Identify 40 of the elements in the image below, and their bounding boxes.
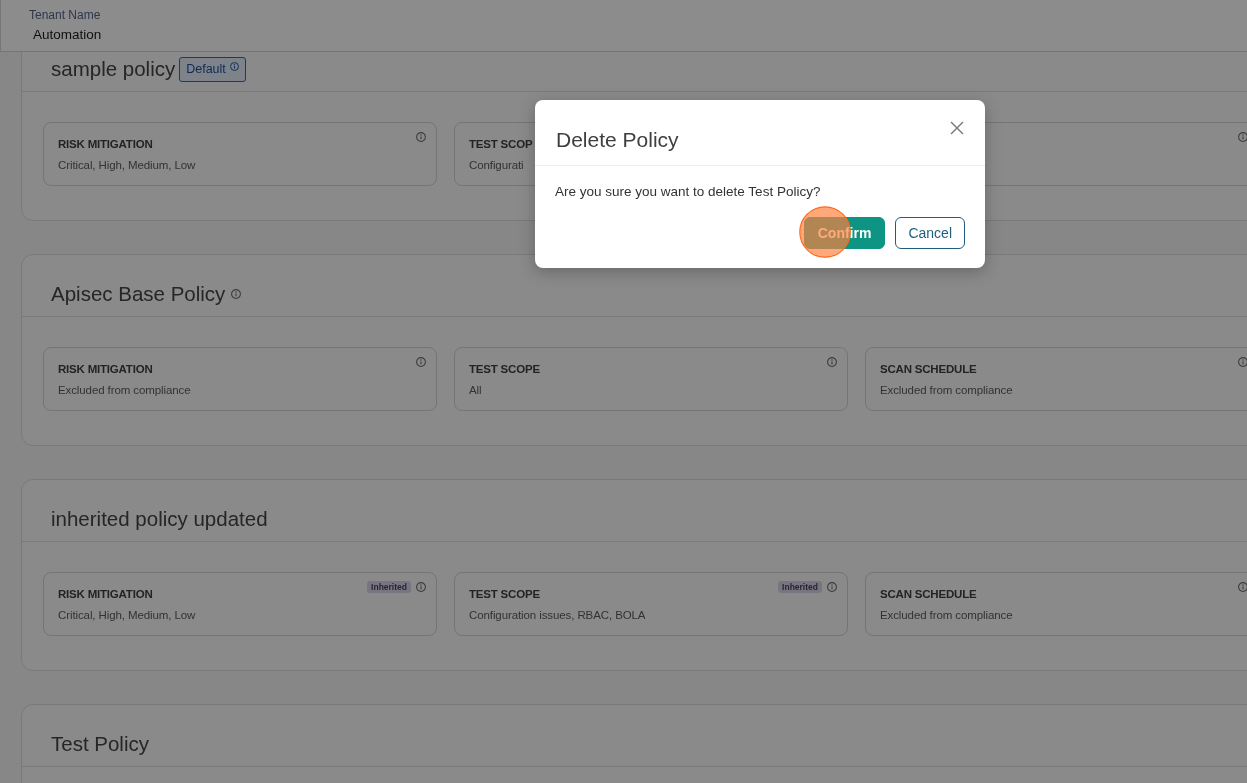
setting-value: Excluded from compliance bbox=[58, 383, 191, 397]
info-icon[interactable] bbox=[231, 289, 242, 299]
policy-title: sample policy bbox=[51, 56, 176, 82]
info-icon[interactable] bbox=[229, 62, 239, 71]
tenant-name-value: Automation bbox=[33, 27, 102, 43]
dialog-message: Are you sure you want to delete Test Policy? bbox=[555, 184, 821, 200]
tag-label: Default bbox=[186, 61, 226, 77]
setting-value: Excluded from compliance bbox=[880, 608, 1013, 622]
close-button[interactable] bbox=[950, 121, 964, 135]
setting-label: RISK MITIGATION bbox=[58, 137, 153, 151]
inherited-tag: Inherited bbox=[367, 581, 411, 593]
info-icon[interactable] bbox=[827, 357, 837, 367]
info-icon[interactable] bbox=[1238, 582, 1247, 592]
setting-label: SCAN SCHEDULE bbox=[880, 587, 977, 601]
setting-label: SCAN SCHEDULE bbox=[880, 362, 977, 376]
setting-value: Critical, High, Medium, Low bbox=[58, 608, 196, 622]
tenant-name-label: Tenant Name bbox=[29, 8, 101, 23]
setting-value: Configuration issues, RBAC, BOLA bbox=[469, 608, 646, 622]
setting-value: Configurati bbox=[469, 158, 524, 172]
info-icon[interactable] bbox=[827, 582, 837, 592]
cancel-button[interactable]: Cancel bbox=[895, 217, 965, 249]
setting-label: RISK MITIGATION bbox=[58, 362, 153, 376]
policy-title: Apisec Base Policy bbox=[51, 281, 226, 307]
policy-title: Test Policy bbox=[51, 731, 149, 757]
close-icon bbox=[950, 121, 964, 135]
setting-value: Critical, High, Medium, Low bbox=[58, 158, 196, 172]
setting-label: TEST SCOPE bbox=[469, 587, 540, 601]
dialog-title: Delete Policy bbox=[556, 127, 679, 153]
info-icon[interactable] bbox=[416, 132, 426, 142]
policy-title: inherited policy updated bbox=[51, 506, 268, 532]
info-icon[interactable] bbox=[1238, 132, 1247, 142]
info-icon[interactable] bbox=[416, 582, 426, 592]
info-icon[interactable] bbox=[1238, 357, 1247, 367]
setting-label: TEST SCOPE bbox=[469, 362, 540, 376]
info-icon[interactable] bbox=[416, 357, 426, 367]
inherited-tag: Inherited bbox=[778, 581, 822, 593]
setting-value: Excluded from compliance bbox=[880, 383, 1013, 397]
setting-label: TEST SCOP bbox=[469, 137, 533, 151]
setting-value: All bbox=[469, 383, 482, 397]
setting-label: RISK MITIGATION bbox=[58, 587, 153, 601]
